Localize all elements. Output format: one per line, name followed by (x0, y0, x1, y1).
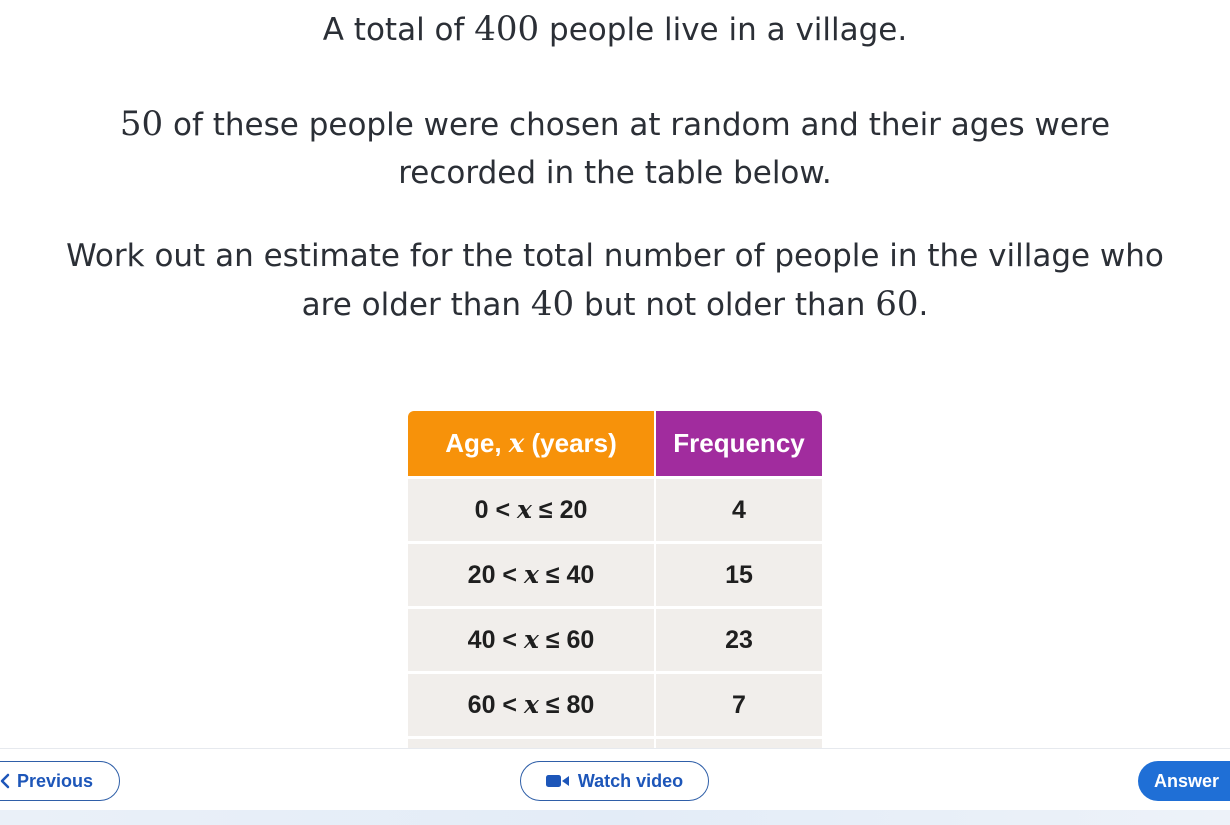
less-than-sign: < (495, 691, 524, 719)
table-row-partial (408, 736, 822, 748)
video-camera-icon (545, 774, 570, 788)
table-row: 60 < x ≤ 80 7 (408, 671, 822, 738)
partial-cell (408, 736, 656, 748)
table-row: 40 < x ≤ 60 23 (408, 606, 822, 673)
table-row: 20 < x ≤ 40 15 (408, 541, 822, 608)
frequency-cell: 7 (655, 671, 822, 738)
frequency-cell: 4 (655, 476, 822, 543)
less-or-equal-sign: ≤ (538, 691, 567, 719)
previous-button[interactable]: Previous (0, 761, 120, 801)
upper-bound: 60 (566, 626, 595, 654)
age-range-cell: 20 < x ≤ 40 (408, 541, 656, 608)
less-or-equal-sign: ≤ (538, 561, 567, 589)
question-line-2: 50 of these people were chosen at random… (119, 104, 1111, 144)
age-column-header: Age, x (years) (408, 411, 656, 478)
age-range-cell: 40 < x ≤ 60 (408, 606, 656, 673)
frequency-cell: 23 (655, 606, 822, 673)
upper-bound: 20 (559, 496, 588, 524)
question-paragraph-3: Work out an estimate for the total numbe… (0, 232, 1230, 329)
table-header-row: Age, x (years) Frequency (408, 411, 822, 478)
lower-bound: 40 (467, 626, 496, 654)
frequency-cell: 15 (655, 541, 822, 608)
age-range-cell: 60 < x ≤ 80 (408, 671, 656, 738)
frequency-column-header: Frequency (655, 411, 822, 478)
partial-cell (655, 736, 822, 748)
less-or-equal-sign: ≤ (538, 626, 567, 654)
answer-button[interactable]: Answer (1138, 761, 1230, 801)
lower-bound: 0 (474, 496, 489, 524)
age-variable: x (523, 690, 539, 719)
question-line-1: A total of 400 people live in a village. (322, 9, 908, 49)
question-line-4: Work out an estimate for the total numbe… (66, 238, 1164, 274)
bottom-strip (0, 810, 1230, 825)
previous-label: Previous (17, 770, 94, 791)
age-variable: x (523, 625, 539, 654)
question-line-5: are older than 40 but not older than 60. (301, 284, 929, 324)
less-than-sign: < (495, 626, 524, 654)
chevron-left-icon (0, 773, 11, 789)
upper-bound: 40 (566, 561, 595, 589)
watch-video-label: Watch video (577, 770, 684, 791)
question-paragraph-2: 50 of these people were chosen at random… (0, 100, 1230, 197)
age-variable: x (517, 495, 532, 524)
frequency-table: Age, x (years) Frequency 0 < x ≤ 20 4 20 <… (408, 411, 822, 748)
frequency-table-container: Age, x (years) Frequency 0 < x ≤ 20 4 20 <… (408, 411, 822, 748)
age-range-cell: 0 < x ≤ 20 (408, 476, 656, 543)
bottom-navigation-bar: Previous Watch video Answer (0, 748, 1230, 811)
age-variable: x (523, 560, 539, 589)
less-than-sign: < (488, 496, 518, 524)
lower-bound: 60 (467, 691, 496, 719)
less-or-equal-sign: ≤ (531, 496, 560, 524)
less-than-sign: < (495, 561, 524, 589)
answer-label: Answer (1154, 770, 1220, 791)
table-row: 0 < x ≤ 20 4 (408, 476, 822, 543)
question-line-3: recorded in the table below. (398, 155, 832, 191)
upper-bound: 80 (566, 691, 595, 719)
lower-bound: 20 (467, 561, 496, 589)
watch-video-button[interactable]: Watch video (520, 761, 709, 801)
